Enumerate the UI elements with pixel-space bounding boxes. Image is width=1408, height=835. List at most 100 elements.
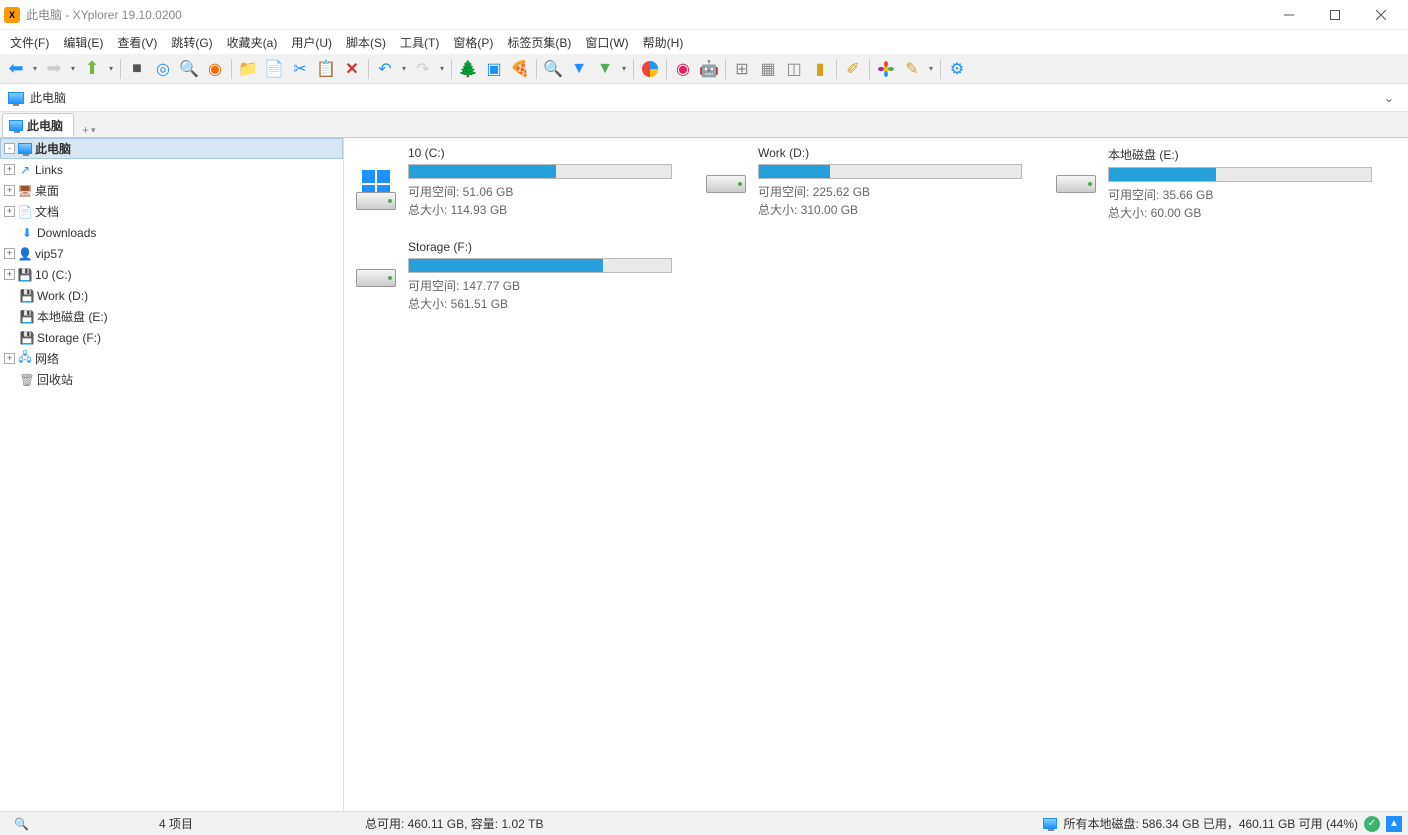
menubar: 文件(F)编辑(E)查看(V)跳转(G)收藏夹(a)用户(U)脚本(S)工具(T… bbox=[0, 30, 1408, 54]
tree-item-storagef[interactable]: 💾Storage (F:) bbox=[0, 327, 343, 348]
back-button[interactable]: ⬅ bbox=[4, 57, 28, 81]
usage-fill bbox=[409, 259, 603, 272]
status-up-icon[interactable]: ▲ bbox=[1386, 816, 1402, 832]
tab-add[interactable]: + ▾ bbox=[76, 123, 102, 137]
hdd-icon bbox=[702, 160, 750, 208]
tree-expand-toggle[interactable]: + bbox=[4, 248, 15, 259]
tree-expand-toggle[interactable]: + bbox=[4, 206, 15, 217]
menu-item-9[interactable]: 标签页集(B) bbox=[501, 32, 577, 53]
addressbar-dropdown[interactable]: ⌄ bbox=[1378, 91, 1400, 105]
tree-item-links[interactable]: +↗Links bbox=[0, 159, 343, 180]
gear-icon[interactable]: ⚙ bbox=[945, 57, 969, 81]
drive-tile[interactable]: 本地磁盘 (E:)可用空间: 35.66 GB总大小: 60.00 GB bbox=[1052, 146, 1372, 222]
status-ok-icon[interactable]: ✓ bbox=[1364, 816, 1380, 832]
menu-item-3[interactable]: 跳转(G) bbox=[165, 32, 218, 53]
drive-free: 可用空间: 147.77 GB bbox=[408, 277, 672, 295]
columns-icon[interactable]: ◫ bbox=[782, 57, 806, 81]
maximize-icon bbox=[1330, 10, 1340, 20]
pizza-icon[interactable]: 🍕 bbox=[508, 57, 532, 81]
maximize-button[interactable] bbox=[1312, 0, 1358, 30]
minimize-button[interactable] bbox=[1266, 0, 1312, 30]
back-dropdown[interactable]: ▾ bbox=[30, 57, 40, 81]
filter-apply-icon[interactable]: ▼ bbox=[593, 57, 617, 81]
undo-dropdown[interactable]: ▾ bbox=[399, 57, 409, 81]
search-icon[interactable]: 🔍 bbox=[541, 57, 565, 81]
tree-item-vip57[interactable]: +👤vip57 bbox=[0, 243, 343, 264]
detail-icon[interactable]: ▮ bbox=[808, 57, 832, 81]
redo-dropdown[interactable]: ▾ bbox=[437, 57, 447, 81]
list-icon[interactable]: ▦ bbox=[756, 57, 780, 81]
close-button[interactable] bbox=[1358, 0, 1404, 30]
tree-expand-toggle[interactable]: - bbox=[4, 143, 15, 154]
forward-button[interactable]: ➡ bbox=[42, 57, 66, 81]
menu-item-7[interactable]: 工具(T) bbox=[394, 32, 445, 53]
menu-item-1[interactable]: 编辑(E) bbox=[57, 32, 109, 53]
grid-icon[interactable]: ⊞ bbox=[730, 57, 754, 81]
drive-free: 可用空间: 51.06 GB bbox=[408, 183, 672, 201]
addressbar[interactable]: 此电脑 ⌄ bbox=[0, 84, 1408, 112]
pie-chart-icon bbox=[641, 60, 659, 78]
wand-dropdown[interactable]: ▾ bbox=[926, 57, 936, 81]
menu-item-4[interactable]: 收藏夹(a) bbox=[221, 32, 284, 53]
tree-item-10c[interactable]: +💾10 (C:) bbox=[0, 264, 343, 285]
wand-icon[interactable]: ✎ bbox=[900, 57, 924, 81]
menu-item-8[interactable]: 窗格(P) bbox=[447, 32, 499, 53]
copy-icon[interactable]: 📄 bbox=[262, 57, 286, 81]
tab-active[interactable]: 此电脑 bbox=[2, 113, 74, 137]
menu-item-11[interactable]: 帮助(H) bbox=[637, 32, 690, 53]
separator bbox=[451, 59, 452, 79]
color-icon[interactable] bbox=[874, 57, 898, 81]
delete-icon[interactable]: ✕ bbox=[340, 57, 364, 81]
tree-item-[interactable]: +📄文档 bbox=[0, 201, 343, 222]
separator bbox=[536, 59, 537, 79]
menu-item-2[interactable]: 查看(V) bbox=[111, 32, 163, 53]
drive-tile[interactable]: Work (D:)可用空间: 225.62 GB总大小: 310.00 GB bbox=[702, 146, 1022, 222]
filter-dropdown[interactable]: ▾ bbox=[619, 57, 629, 81]
new-folder-icon[interactable]: 📁 bbox=[236, 57, 260, 81]
search-globe-icon[interactable]: 🔍 bbox=[177, 57, 201, 81]
drive-info: 10 (C:)可用空间: 51.06 GB总大小: 114.93 GB bbox=[408, 146, 672, 222]
dark-icon[interactable]: ■ bbox=[125, 57, 149, 81]
tree-item-e[interactable]: 💾本地磁盘 (E:) bbox=[0, 306, 343, 327]
folder-tree[interactable]: -此电脑+↗Links+🖥桌面+📄文档⬇Downloads+👤vip57+💾10… bbox=[0, 138, 344, 811]
select-icon[interactable]: ▣ bbox=[482, 57, 506, 81]
target-icon[interactable]: ◎ bbox=[151, 57, 175, 81]
tree-item-[interactable]: -此电脑 bbox=[0, 138, 343, 159]
drive-info: Work (D:)可用空间: 225.62 GB总大小: 310.00 GB bbox=[758, 146, 1022, 222]
tree-icon[interactable]: 🌲 bbox=[456, 57, 480, 81]
tree-item-[interactable]: +🖧网络 bbox=[0, 348, 343, 369]
drive-tile[interactable]: Storage (F:)可用空间: 147.77 GB总大小: 561.51 G… bbox=[352, 240, 672, 313]
menu-item-6[interactable]: 脚本(S) bbox=[340, 32, 392, 53]
tree-item-[interactable]: +🖥桌面 bbox=[0, 180, 343, 201]
android-icon[interactable]: 🤖 bbox=[697, 57, 721, 81]
menu-item-10[interactable]: 窗口(W) bbox=[579, 32, 634, 53]
drive-tile[interactable]: 10 (C:)可用空间: 51.06 GB总大小: 114.93 GB bbox=[352, 146, 672, 222]
sweep-icon[interactable]: ✐ bbox=[841, 57, 865, 81]
usage-fill bbox=[409, 165, 556, 178]
redo-icon[interactable]: ↷ bbox=[411, 57, 435, 81]
tree-expand-toggle[interactable]: + bbox=[4, 164, 15, 175]
tree-expand-toggle[interactable]: + bbox=[4, 353, 15, 364]
play-icon[interactable]: ◉ bbox=[203, 57, 227, 81]
drive-icon: 💾 bbox=[19, 288, 35, 304]
cut-icon[interactable]: ✂ bbox=[288, 57, 312, 81]
menu-item-0[interactable]: 文件(F) bbox=[4, 32, 55, 53]
tree-item-workd[interactable]: 💾Work (D:) bbox=[0, 285, 343, 306]
paste-icon[interactable]: 📋 bbox=[314, 57, 338, 81]
pie-icon[interactable] bbox=[638, 57, 662, 81]
usage-fill bbox=[759, 165, 830, 178]
filter-icon[interactable]: ▼ bbox=[567, 57, 591, 81]
drive-list[interactable]: 10 (C:)可用空间: 51.06 GB总大小: 114.93 GB Work … bbox=[344, 138, 1408, 811]
spiral-icon[interactable]: ◉ bbox=[671, 57, 695, 81]
undo-icon[interactable]: ↶ bbox=[373, 57, 397, 81]
drive-name: Storage (F:) bbox=[408, 240, 672, 254]
up-button[interactable]: ⬆ bbox=[80, 57, 104, 81]
up-dropdown[interactable]: ▾ bbox=[106, 57, 116, 81]
tree-item-[interactable]: 🗑回收站 bbox=[0, 369, 343, 390]
tree-expand-toggle[interactable]: + bbox=[4, 185, 15, 196]
search-status-icon[interactable]: 🔍 bbox=[6, 817, 37, 831]
tree-item-downloads[interactable]: ⬇Downloads bbox=[0, 222, 343, 243]
forward-dropdown[interactable]: ▾ bbox=[68, 57, 78, 81]
tree-expand-toggle[interactable]: + bbox=[4, 269, 15, 280]
menu-item-5[interactable]: 用户(U) bbox=[285, 32, 338, 53]
